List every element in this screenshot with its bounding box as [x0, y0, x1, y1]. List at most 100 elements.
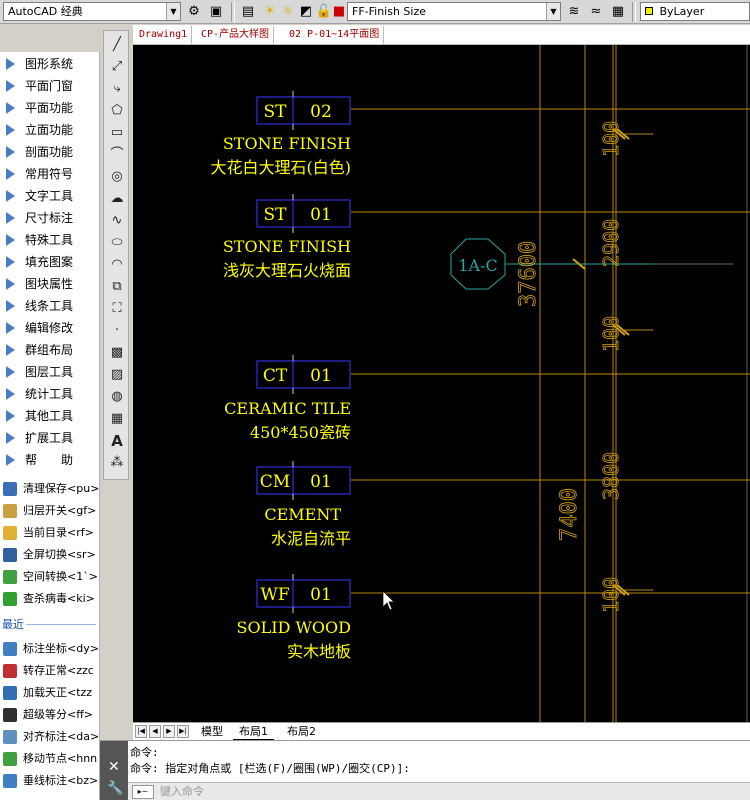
tag-number: 01 — [310, 472, 332, 492]
make-block-icon[interactable]: ⛶ — [107, 299, 127, 319]
triangle-right-icon — [6, 432, 15, 444]
recent-divider — [26, 624, 96, 625]
spline-icon[interactable]: ∿ — [107, 211, 127, 231]
dimension-label: 37600 — [516, 241, 541, 307]
prev-tab-icon[interactable]: ◀ — [149, 725, 161, 738]
menu-item[interactable]: 尺寸标注 — [0, 207, 100, 229]
sun-icon[interactable]: ☼ — [278, 2, 298, 22]
gradient-icon[interactable]: ▨ — [107, 365, 127, 385]
tag-code: CT — [263, 366, 288, 386]
first-tab-icon[interactable]: |◀ — [135, 725, 147, 738]
mouse-cursor-icon — [382, 590, 395, 611]
recent-item[interactable]: 超级等分<ff> — [0, 704, 100, 726]
polyline-icon[interactable]: ⤷ — [107, 79, 127, 99]
menu-item[interactable]: 文字工具 — [0, 185, 100, 207]
region-icon[interactable]: ◍ — [107, 387, 127, 407]
menu-item[interactable]: 线条工具 — [0, 295, 100, 317]
menu-item[interactable]: 扩展工具 — [0, 427, 100, 449]
menu-item[interactable]: 图层工具 — [0, 361, 100, 383]
layer-previous-icon[interactable]: ≈ — [586, 2, 606, 22]
menu-item[interactable]: 填充图案 — [0, 251, 100, 273]
layer-icon[interactable]: ◩ — [296, 2, 316, 22]
menu-item[interactable]: 特殊工具 — [0, 229, 100, 251]
doc-tab-product-detail[interactable]: CP-产品大样图 — [197, 26, 275, 44]
recent-item[interactable]: 标注坐标<dy> — [0, 638, 100, 660]
arc-icon[interactable]: ⌒ — [107, 145, 127, 165]
recent-section-label: 最近 — [2, 618, 24, 631]
menu-item[interactable]: 图形系统 — [0, 53, 100, 75]
tag-chinese-name: 450*450瓷砖 — [250, 423, 351, 442]
menu-item[interactable]: 立面功能 — [0, 119, 100, 141]
point-icon[interactable]: · — [107, 321, 127, 341]
table-icon[interactable]: ▦ — [107, 409, 127, 429]
last-tab-icon[interactable]: ▶| — [177, 725, 189, 738]
chevron-down-icon: ▼ — [166, 3, 180, 20]
add-selected-icon[interactable]: ⁂ — [107, 453, 127, 473]
hatch-icon[interactable]: ▩ — [107, 343, 127, 363]
command-item[interactable]: 全屏切换<sr> — [0, 544, 100, 566]
top-toolbar: AutoCAD 经典 ▼ ⚙ ▣ ▤ ☀ ☼ ◩ 🔓 ■ FF-Finish S… — [0, 0, 750, 24]
recent-item[interactable]: 垂线标注<bz> — [0, 770, 100, 792]
fullscreen-icon — [3, 548, 17, 562]
dimension-label: 2900 — [599, 219, 623, 267]
line-icon[interactable]: ╱ — [107, 35, 127, 55]
ellipse-icon[interactable]: ⬭ — [107, 233, 127, 253]
command-item[interactable]: 清理保存<pu> — [0, 478, 100, 500]
linetype-dropdown[interactable]: ByLayer — [640, 2, 750, 21]
tab-layout2[interactable]: 布局2 — [281, 723, 322, 741]
next-tab-icon[interactable]: ▶ — [163, 725, 175, 738]
triangle-right-icon — [6, 58, 15, 70]
space-switch-icon — [3, 570, 17, 584]
triangle-right-icon — [6, 300, 15, 312]
layer-state-icon[interactable]: ▦ — [608, 2, 628, 22]
insert-block-icon[interactable]: ⧉ — [107, 277, 127, 297]
menu-item[interactable]: 平面功能 — [0, 97, 100, 119]
ellipse-arc-icon[interactable]: ◠ — [107, 255, 127, 275]
workspace-dropdown[interactable]: AutoCAD 经典 ▼ — [3, 2, 181, 21]
recent-item[interactable]: 加载天正<tzz — [0, 682, 100, 704]
multiline-text-icon[interactable]: A — [107, 431, 127, 451]
menu-item[interactable]: 群组布局 — [0, 339, 100, 361]
wrench-icon[interactable]: 🔧 — [107, 781, 123, 796]
layer-dropdown[interactable]: FF-Finish Size ▼ — [347, 2, 561, 21]
command-input[interactable]: ▸~ 键入命令 — [128, 782, 750, 800]
rectangle-icon[interactable]: ▭ — [107, 123, 127, 143]
workspace-settings-icon[interactable]: ▣ — [206, 2, 226, 22]
gear-icon[interactable]: ⚙ — [184, 2, 204, 22]
tag-code: ST — [264, 205, 288, 225]
doc-tab-drawing1[interactable]: Drawing1 — [135, 26, 193, 44]
menu-item-help[interactable]: 帮 助 — [0, 449, 100, 471]
layer-value: FF-Finish Size — [352, 5, 427, 18]
command-item[interactable]: 归层开关<gf> — [0, 500, 100, 522]
command-prompt-icon[interactable]: ▸~ — [132, 785, 154, 799]
tab-model[interactable]: 模型 — [195, 723, 229, 741]
tab-layout1[interactable]: 布局1 — [233, 723, 274, 741]
construction-line-icon[interactable]: ⤢ — [107, 57, 127, 77]
command-item[interactable]: 当前目录<rf> — [0, 522, 100, 544]
circle-icon[interactable]: ◎ — [107, 167, 127, 187]
tag-english-name: STONE FINISH — [223, 237, 351, 256]
drawing-canvas[interactable]: ST 02 ST 01 CT 01 CM 01 WF 01 STONE FINI… — [133, 45, 750, 722]
menu-item[interactable]: 剖面功能 — [0, 141, 100, 163]
tag-number: 01 — [310, 205, 332, 225]
menu-item[interactable]: 统计工具 — [0, 383, 100, 405]
recent-item[interactable]: 对齐标注<da> — [0, 726, 100, 748]
color-swatch-icon[interactable]: ■ — [329, 2, 349, 22]
menu-item[interactable]: 其他工具 — [0, 405, 100, 427]
polygon-icon[interactable]: ⬠ — [107, 101, 127, 121]
triangle-right-icon — [6, 212, 15, 224]
recent-item[interactable]: 转存正常<zzc — [0, 660, 100, 682]
recent-item[interactable]: 移动节点<hnn — [0, 748, 100, 770]
make-current-layer-icon[interactable]: ≋ — [564, 2, 584, 22]
command-item[interactable]: 空间转换<1`> — [0, 566, 100, 588]
menu-item[interactable]: 常用符号 — [0, 163, 100, 185]
close-icon[interactable]: ✕ — [108, 759, 120, 775]
menu-item[interactable]: 图块属性 — [0, 273, 100, 295]
layer-manager-icon[interactable]: ▤ — [238, 2, 258, 22]
revision-cloud-icon[interactable]: ☁ — [107, 189, 127, 209]
menu-item[interactable]: 编辑修改 — [0, 317, 100, 339]
command-item[interactable]: 查杀病毒<ki> — [0, 588, 100, 610]
doc-tab-floor-plan[interactable]: 02 P-01~14平面图 — [285, 26, 385, 44]
lightbulb-icon[interactable]: ☀ — [260, 2, 280, 22]
menu-item[interactable]: 平面门窗 — [0, 75, 100, 97]
